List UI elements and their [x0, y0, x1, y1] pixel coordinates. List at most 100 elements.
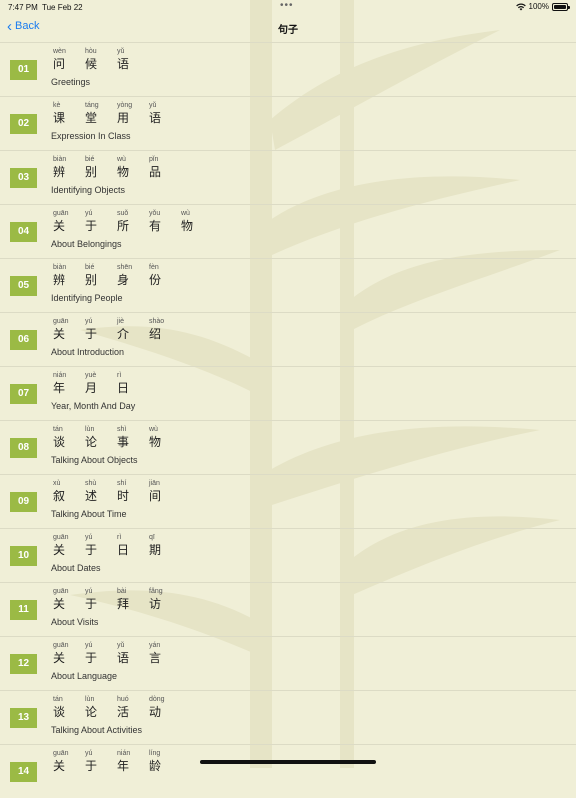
- pinyin-text: guān: [53, 534, 69, 541]
- hanzi-text: 语: [117, 651, 130, 665]
- lesson-number-badge: 06: [10, 330, 37, 350]
- lesson-characters: guān 关 yú 于 suǒ 所 yǒu 有 wù 物: [51, 209, 211, 233]
- lesson-english-title: Year, Month And Day: [51, 401, 136, 411]
- character-cell: yǔ 语: [115, 641, 147, 665]
- character-cell: shào 绍: [147, 317, 179, 341]
- pinyin-text: yú: [85, 642, 93, 649]
- lesson-row[interactable]: 09 xù 叙 shù 述 shí 时 jiān 间 Talking About Time: [0, 474, 576, 528]
- lesson-row[interactable]: 07 nián 年 yuè 月 rì 日 Year, Month And Day: [0, 366, 576, 420]
- character-cell: hòu 候: [83, 47, 115, 71]
- character-cell: lùn 论: [83, 695, 115, 719]
- pinyin-text: yán: [149, 642, 161, 649]
- pinyin-text: bié: [85, 156, 95, 163]
- hanzi-text: 语: [149, 111, 162, 125]
- lesson-english-title: About Language: [51, 671, 118, 681]
- lesson-characters: tán 谈 lùn 论 huó 活 dòng 动: [51, 695, 179, 719]
- character-cell: shí 时: [115, 479, 147, 503]
- page-title: 句子: [278, 25, 298, 36]
- character-cell: pǐn 品: [147, 155, 179, 179]
- hanzi-text: 日: [117, 381, 130, 395]
- lesson-characters: biàn 辨 bié 别 wù 物 pǐn 品: [51, 155, 179, 179]
- hanzi-text: 辨: [53, 273, 66, 287]
- character-cell: guān 关: [51, 749, 83, 773]
- lesson-row[interactable]: 04 guān 关 yú 于 suǒ 所 yǒu 有 wù 物 About Belongings: [0, 204, 576, 258]
- character-cell: guān 关: [51, 641, 83, 665]
- hanzi-text: 拜: [117, 597, 130, 611]
- character-cell: yú 于: [83, 749, 115, 773]
- pinyin-text: yú: [85, 588, 93, 595]
- character-cell: jiān 间: [147, 479, 179, 503]
- pinyin-text: xù: [53, 480, 61, 487]
- pinyin-text: yǒu: [149, 210, 161, 217]
- pinyin-text: yǔ: [149, 102, 157, 109]
- lesson-row[interactable]: 05 biàn 辨 bié 别 shēn 身 fèn 份 Identifying People: [0, 258, 576, 312]
- hanzi-text: 所: [117, 219, 130, 233]
- hanzi-text: 辨: [53, 165, 66, 179]
- pinyin-text: wù: [181, 210, 190, 217]
- hanzi-text: 间: [149, 489, 162, 503]
- pinyin-text: yú: [85, 318, 93, 325]
- home-indicator[interactable]: [200, 760, 376, 764]
- character-cell: dòng 动: [147, 695, 179, 719]
- lesson-row[interactable]: 03 biàn 辨 bié 别 wù 物 pǐn 品 Identifying Objects: [0, 150, 576, 204]
- lesson-characters: xù 叙 shù 述 shí 时 jiān 间: [51, 479, 179, 503]
- lesson-english-title: Talking About Time: [51, 509, 127, 519]
- character-cell: yú 于: [83, 641, 115, 665]
- lesson-row[interactable]: 10 guān 关 yú 于 rì 日 qī 期 About Dates: [0, 528, 576, 582]
- lesson-number-badge: 14: [10, 762, 37, 782]
- wifi-icon: [515, 3, 526, 10]
- pinyin-text: pǐn: [149, 156, 159, 163]
- pinyin-text: qī: [149, 534, 155, 541]
- hanzi-text: 活: [117, 705, 130, 719]
- multitask-dots[interactable]: •••: [280, 0, 294, 11]
- hanzi-text: 叙: [53, 489, 66, 503]
- pinyin-text: rì: [117, 372, 122, 379]
- hanzi-text: 动: [149, 705, 162, 719]
- lesson-row[interactable]: 06 guān 关 yú 于 jiè 介 shào 绍 About Introduction: [0, 312, 576, 366]
- hanzi-text: 于: [85, 759, 98, 773]
- pinyin-text: yǔ: [117, 48, 125, 55]
- character-cell: biàn 辨: [51, 155, 83, 179]
- lesson-row[interactable]: 02 kè 课 táng 堂 yòng 用 yǔ 语 Expression In Class: [0, 96, 576, 150]
- character-cell: guān 关: [51, 587, 83, 611]
- character-cell: wèn 问: [51, 47, 83, 71]
- hanzi-text: 日: [117, 543, 130, 557]
- pinyin-text: shào: [149, 318, 165, 325]
- lesson-row[interactable]: 01 wèn 问 hòu 候 yǔ 语 Greetings: [0, 42, 576, 96]
- hanzi-text: 论: [85, 435, 98, 449]
- lesson-row[interactable]: 14 guān 关 yú 于 nián 年 líng 龄: [0, 744, 576, 798]
- lesson-number-badge: 12: [10, 654, 37, 674]
- lesson-characters: kè 课 táng 堂 yòng 用 yǔ 语: [51, 101, 179, 125]
- pinyin-text: suǒ: [117, 210, 129, 217]
- pinyin-text: lùn: [85, 696, 95, 703]
- lesson-number-badge: 02: [10, 114, 37, 134]
- pinyin-text: nián: [117, 750, 131, 757]
- character-cell: guān 关: [51, 209, 83, 233]
- lesson-row[interactable]: 11 guān 关 yú 于 bài 拜 fǎng 访 About Visits: [0, 582, 576, 636]
- character-cell: biàn 辨: [51, 263, 83, 287]
- navigation-bar: ‹ Back 句子: [0, 14, 576, 42]
- hanzi-text: 谈: [53, 705, 66, 719]
- hanzi-text: 关: [53, 219, 66, 233]
- lesson-number-badge: 09: [10, 492, 37, 512]
- pinyin-text: guān: [53, 318, 69, 325]
- lesson-row[interactable]: 13 tán 谈 lùn 论 huó 活 dòng 动 Talking About Activit…: [0, 690, 576, 744]
- lesson-row[interactable]: 12 guān 关 yú 于 yǔ 语 yán 言 About Language: [0, 636, 576, 690]
- pinyin-text: yǔ: [117, 642, 125, 649]
- pinyin-text: jiè: [117, 318, 125, 325]
- pinyin-text: rì: [117, 534, 122, 541]
- lesson-row[interactable]: 08 tán 谈 lùn 论 shì 事 wù 物 Talking About Objects: [0, 420, 576, 474]
- lesson-english-title: Talking About Activities: [51, 725, 143, 735]
- hanzi-text: 有: [149, 219, 162, 233]
- lesson-english-title: Identifying Objects: [51, 185, 126, 195]
- lesson-english-title: About Visits: [51, 617, 99, 627]
- hanzi-text: 龄: [149, 759, 162, 773]
- pinyin-text: wù: [149, 426, 158, 433]
- pinyin-text: wù: [117, 156, 126, 163]
- character-cell: yǔ 语: [115, 47, 147, 71]
- hanzi-text: 言: [149, 651, 162, 665]
- lesson-characters: biàn 辨 bié 别 shēn 身 fèn 份: [51, 263, 179, 287]
- character-cell: bié 别: [83, 263, 115, 287]
- hanzi-text: 堂: [85, 111, 98, 125]
- hanzi-text: 问: [53, 57, 66, 71]
